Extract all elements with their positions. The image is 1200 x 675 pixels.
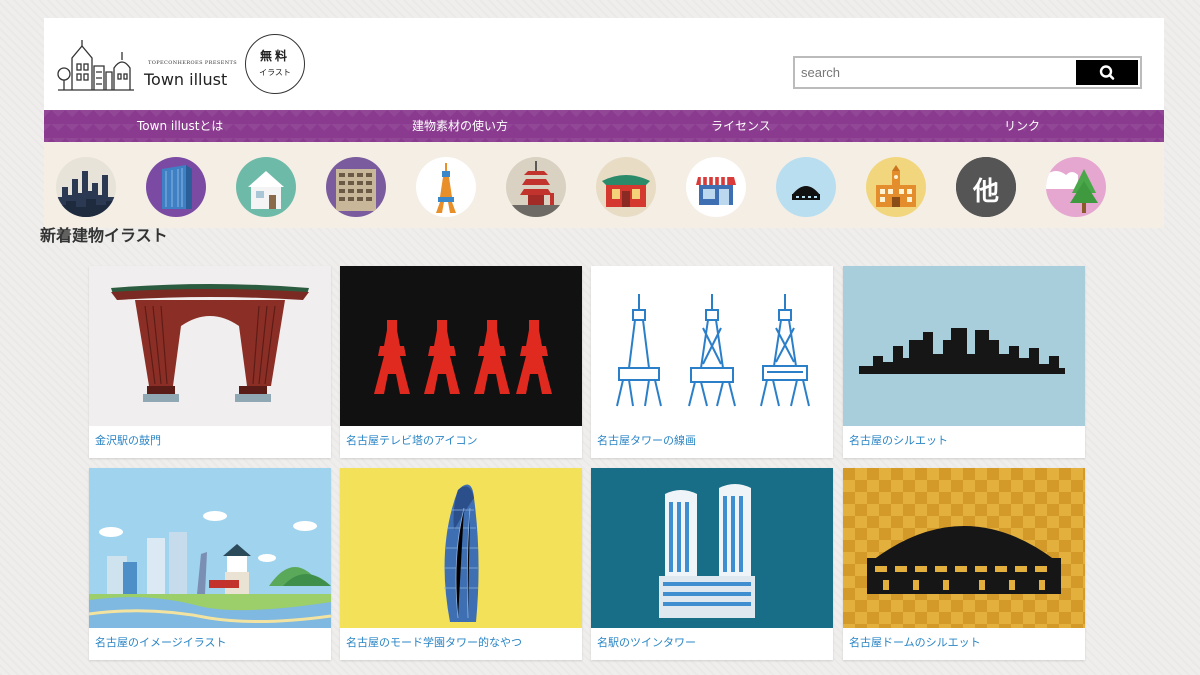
category-dome[interactable] — [776, 157, 836, 217]
category-strip: 他 — [44, 142, 1164, 228]
card-title[interactable]: 名古屋ドームのシルエット — [849, 634, 981, 650]
header: TOPECONHEROES PRESENTS Town illust 無料 イラ… — [44, 18, 1164, 110]
category-house[interactable] — [236, 157, 296, 217]
apartment-icon — [326, 157, 386, 217]
category-other-label: 他 — [972, 177, 999, 207]
category-pagoda[interactable] — [506, 157, 566, 217]
logo-title[interactable]: Town illust — [144, 70, 227, 89]
dome-icon — [776, 157, 836, 217]
nav-license[interactable]: ライセンス — [711, 110, 771, 142]
illust-card-tower-line-art[interactable]: 名古屋タワーの線画 — [591, 266, 833, 458]
office-building-icon — [146, 157, 206, 217]
pagoda-icon — [506, 157, 566, 217]
free-illust-badge: 無料 イラスト — [245, 34, 305, 94]
category-office[interactable] — [146, 157, 206, 217]
card-title[interactable]: 名駅のツインタワー — [597, 634, 696, 650]
search-button[interactable] — [1076, 60, 1138, 85]
logo-subtitle: TOPECONHEROES PRESENTS — [148, 60, 238, 66]
badge-line2: イラスト — [259, 68, 291, 77]
tree-icon — [1046, 157, 1106, 217]
school-icon — [866, 157, 926, 217]
kanazawa-gate-illustration-icon — [89, 266, 331, 426]
dome-silhouette-illustration-icon — [843, 468, 1085, 628]
card-title[interactable]: 名古屋タワーの線画 — [597, 432, 696, 448]
main-nav: Town illustとは 建物素材の使い方 ライセンス リンク — [44, 110, 1164, 142]
nav-how-to-use[interactable]: 建物素材の使い方 — [412, 110, 508, 142]
illust-card-dome-silhouette[interactable]: 名古屋ドームのシルエット — [843, 468, 1085, 660]
page: TOPECONHEROES PRESENTS Town illust 無料 イラ… — [44, 18, 1164, 228]
card-title[interactable]: 名古屋のイメージイラスト — [95, 634, 227, 650]
card-title[interactable]: 金沢駅の鼓門 — [95, 432, 161, 448]
nagoya-image-illustration-icon — [89, 468, 331, 628]
search-box — [793, 56, 1142, 89]
illust-card-mode-gakuen-tower[interactable]: 名古屋のモード学園タワー的なやつ — [340, 468, 582, 660]
illust-card-nagoya-image[interactable]: 名古屋のイメージイラスト — [89, 468, 331, 660]
illust-card-twin-towers[interactable]: 名駅のツインタワー — [591, 468, 833, 660]
search-input[interactable] — [801, 62, 1071, 83]
shrine-icon — [596, 157, 656, 217]
tower-line-art-illustration-icon — [591, 266, 833, 426]
city-skyline-icon — [56, 157, 116, 217]
section-title: 新着建物イラスト — [40, 226, 168, 245]
category-shop[interactable] — [686, 157, 746, 217]
illust-card-kanazawa-gate[interactable]: 金沢駅の鼓門 — [89, 266, 331, 458]
card-title[interactable]: 名古屋テレビ塔のアイコン — [346, 432, 477, 448]
category-tree[interactable] — [1046, 157, 1106, 217]
badge-line1: 無料 — [259, 49, 290, 63]
category-city[interactable] — [56, 157, 116, 217]
town-logo-icon — [57, 40, 134, 91]
category-school[interactable] — [866, 157, 926, 217]
illust-card-tv-tower-icons[interactable]: 名古屋テレビ塔のアイコン — [340, 266, 582, 458]
shop-icon — [686, 157, 746, 217]
nagoya-silhouette-illustration-icon — [843, 266, 1085, 426]
tv-tower-icon-illustration-icon — [340, 266, 582, 426]
illust-card-nagoya-silhouette[interactable]: 名古屋のシルエット — [843, 266, 1085, 458]
card-title[interactable]: 名古屋のシルエット — [849, 432, 948, 448]
category-shrine[interactable] — [596, 157, 656, 217]
twin-towers-illustration-icon — [591, 468, 833, 628]
category-apartment[interactable] — [326, 157, 386, 217]
house-icon — [236, 157, 296, 217]
search-icon — [1099, 65, 1115, 80]
card-title[interactable]: 名古屋のモード学園タワー的なやつ — [346, 634, 522, 650]
tower-icon — [416, 157, 476, 217]
mode-gakuen-tower-illustration-icon — [340, 468, 582, 628]
nav-links[interactable]: リンク — [1004, 110, 1040, 142]
category-tower[interactable] — [416, 157, 476, 217]
nav-about[interactable]: Town illustとは — [137, 110, 223, 142]
category-other[interactable]: 他 — [956, 157, 1016, 217]
